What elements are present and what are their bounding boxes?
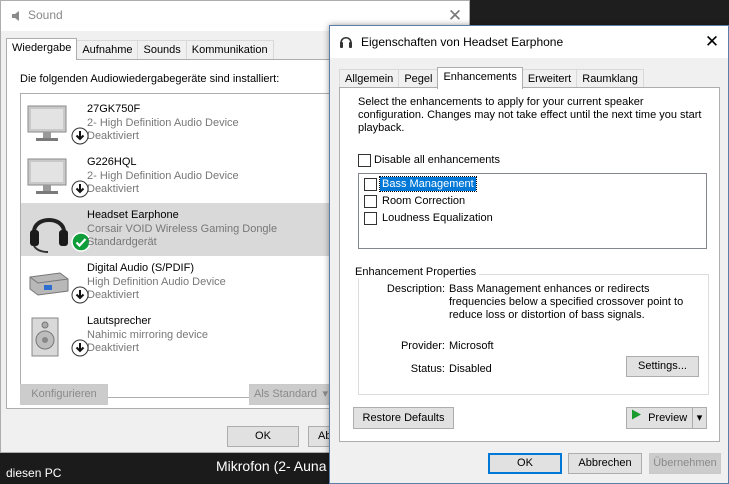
device-status: Deaktiviert [87,183,139,195]
disable-all-label[interactable]: Disable all enhancements [374,154,500,166]
description-key: Description: [386,283,445,295]
play-icon [631,407,642,427]
tab-kommunikation[interactable]: Kommunikation [185,40,274,60]
tab-wiedergabe[interactable]: Wiedergabe [6,38,78,60]
list-item[interactable]: 27GK750F 2- High Definition Audio Device… [21,97,331,150]
enhancement-label[interactable]: Loudness Equalization [380,211,495,225]
device-name: Headset Earphone [87,209,179,221]
status-key: Status: [410,363,445,375]
list-item[interactable]: Loudness Equalization [364,210,564,227]
sound-tabs: Wiedergabe Aufnahme Sounds Kommunikation [6,38,274,60]
chevron-down-icon[interactable]: ▾ [322,385,328,404]
device-name: Lautsprecher [87,315,152,327]
tab-raumklang[interactable]: Raumklang [576,69,644,89]
properties-cancel-button[interactable]: Abbrechen [568,453,642,474]
enhancements-list[interactable]: Bass Management Room Correction Loudness… [358,173,707,249]
taskbar-left-text: diesen PC [6,466,62,480]
list-item[interactable]: G226HQL 2- High Definition Audio Device … [21,150,331,203]
enhancement-checkbox[interactable] [364,195,377,208]
device-subtitle: Nahimic mirroring device [87,329,209,341]
properties-window-title: Eigenschaften von Headset Earphone [361,35,564,49]
device-subtitle: High Definition Audio Device [87,276,226,288]
device-status: Deaktiviert [87,130,139,142]
tab-allgemein[interactable]: Allgemein [339,69,400,89]
enhancement-checkbox[interactable] [364,212,377,225]
list-item[interactable]: Lautsprecher Nahimic mirroring device De… [21,309,331,362]
enhancement-label[interactable]: Bass Management [379,176,477,192]
list-item[interactable]: Headset Earphone Corsair VOID Wireless G… [21,203,331,256]
device-subtitle: 2- High Definition Audio Device [87,117,239,129]
sound-instructions: Die folgenden Audiowiedergabegeräte sind… [20,73,280,85]
device-name: G226HQL [87,156,137,168]
set-default-label: Als Standard [254,388,317,400]
speaker-title-icon [10,9,24,23]
list-item[interactable]: Room Correction [364,193,564,210]
taskbar-mid-text[interactable]: Mikrofon (2- Auna [216,458,327,474]
device-name: 27GK750F [87,103,141,115]
list-item[interactable]: Digital Audio (S/PDIF) High Definition A… [21,256,331,309]
device-status: Deaktiviert [87,342,139,354]
headset-title-icon [338,34,354,50]
tab-aufnahme[interactable]: Aufnahme [76,40,139,60]
properties-title-bar[interactable]: Eigenschaften von Headset Earphone ✕ [330,26,728,58]
restore-defaults-button[interactable]: Restore Defaults [353,407,454,429]
enhancements-panel: Select the enhancements to apply for you… [339,87,720,442]
set-default-button[interactable]: Als Standard ▾ [249,384,333,405]
list-item[interactable]: Bass Management [364,176,564,193]
properties-ok-button[interactable]: OK [488,453,562,474]
provider-value: Microsoft [449,340,494,352]
status-value: Disabled [449,363,492,375]
disable-all-checkbox[interactable] [358,154,371,167]
device-subtitle: Corsair VOID Wireless Gaming Dongle [87,223,278,235]
configure-button[interactable]: Konfigurieren [20,384,108,405]
properties-close-button[interactable]: ✕ [700,30,724,54]
provider-key: Provider: [400,340,445,352]
device-status: Deaktiviert [87,289,139,301]
properties-window: Eigenschaften von Headset Earphone ✕ All… [329,25,729,484]
properties-tabs: Allgemein Pegel Enhancements Erweitert R… [339,67,644,89]
settings-button[interactable]: Settings... [626,356,699,377]
chevron-down-icon[interactable]: ▾ [692,408,706,428]
enhancement-properties-title: Enhancement Properties [352,266,480,278]
device-name: Digital Audio (S/PDIF) [87,262,194,274]
tab-enhancements[interactable]: Enhancements [437,67,523,89]
sound-ok-button[interactable]: OK [227,426,299,447]
sound-window-title: Sound [28,8,63,22]
tab-pegel[interactable]: Pegel [398,69,439,89]
device-subtitle: 2- High Definition Audio Device [87,170,239,182]
enhancement-checkbox[interactable] [364,178,377,191]
device-status: Standardgerät [87,236,157,248]
enhancements-description: Select the enhancements to apply for you… [358,96,702,134]
preview-label: Preview [648,412,688,424]
tab-sounds[interactable]: Sounds [137,40,187,60]
device-list[interactable]: 27GK750F 2- High Definition Audio Device… [20,93,332,398]
tab-erweitert[interactable]: Erweitert [521,69,578,89]
description-value: Bass Management enhances or redirects fr… [449,283,684,321]
properties-apply-button[interactable]: Übernehmen [649,453,721,474]
preview-button[interactable]: Preview ▾ [626,407,707,429]
enhancement-label[interactable]: Room Correction [380,194,467,208]
